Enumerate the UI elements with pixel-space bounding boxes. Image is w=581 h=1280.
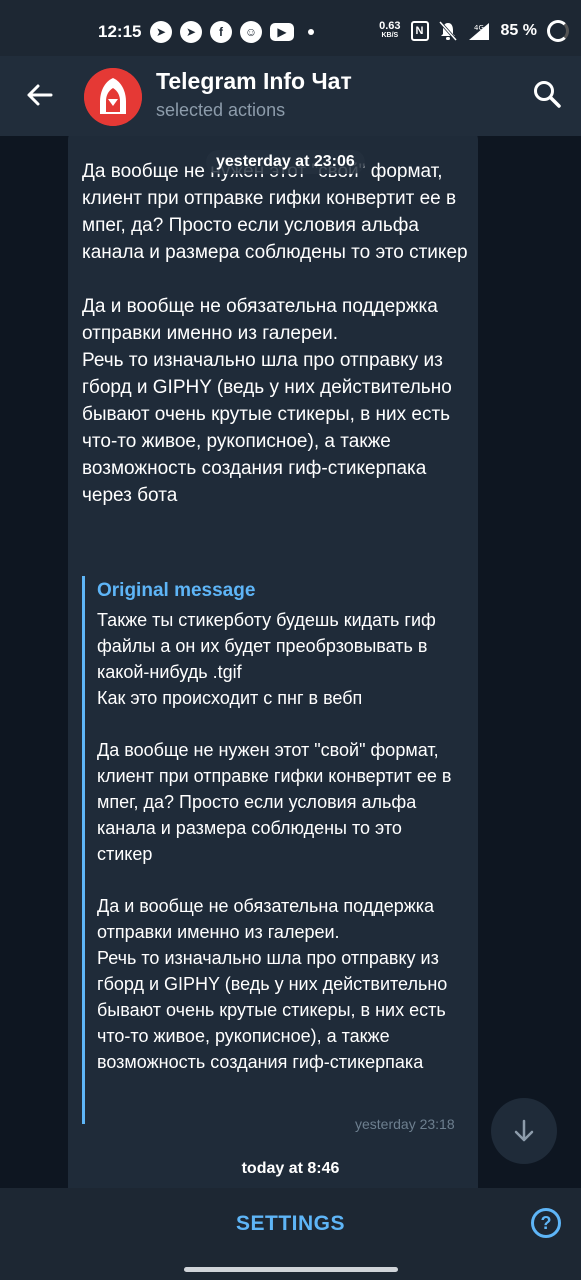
status-right: 0.63 KB/S N 4G 85 % — [379, 20, 569, 42]
facebook-icon: f — [210, 21, 232, 43]
assassin-logo-icon — [84, 68, 142, 126]
network-type: 4G — [474, 24, 484, 32]
nfc-icon: N — [410, 21, 429, 41]
avatar[interactable] — [84, 68, 142, 126]
scroll-down-button[interactable] — [491, 1098, 557, 1164]
arrow-down-icon — [514, 1119, 534, 1142]
status-bar: 12:15 ➤ ➤ f ☺ ▶ 0.63 KB/S N 4G 85 % — [0, 0, 581, 56]
notification-icons: ➤ ➤ f ☺ ▶ — [150, 21, 314, 43]
battery-percent: 85 % — [500, 22, 537, 39]
search-icon — [534, 81, 561, 108]
net-speed-value: 0.63 — [379, 20, 401, 32]
net-speed: 0.63 KB/S — [379, 21, 400, 41]
chat-subtitle: selected actions — [156, 100, 286, 120]
signal-icon: 4G — [467, 21, 491, 41]
youtube-icon: ▶ — [270, 23, 294, 41]
today-date-header: today at 8:46 — [241, 1160, 340, 1177]
status-time: 12:15 — [98, 22, 142, 41]
help-button[interactable]: ? — [531, 1208, 561, 1238]
settings-button[interactable]: SETTINGS — [0, 1212, 581, 1236]
chat-header: Telegram Info Чат selected actions — [0, 56, 581, 136]
battery-icon — [547, 20, 569, 42]
message-list[interactable]: Да вообще не нужен этот "свой" формат, к… — [0, 136, 581, 1188]
quoted-message[interactable]: Original message Также ты стикерботу буд… — [82, 576, 462, 1124]
more-notifications-icon — [308, 29, 314, 35]
back-button[interactable] — [22, 78, 56, 112]
help-icon: ? — [540, 1212, 552, 1233]
message-text: Да вообще не нужен этот "свой" формат, к… — [82, 161, 468, 506]
snapchat-icon: ☺ — [240, 21, 262, 43]
bell-muted-icon — [438, 21, 457, 41]
quote-text: Также ты стикерботу будешь кидать гиф фа… — [97, 610, 452, 1072]
bottom-bar: SETTINGS ? — [0, 1188, 581, 1280]
quote-title: Original message — [97, 580, 256, 601]
telegram-icon: ➤ — [150, 21, 172, 43]
message-time: yesterday 23:18 — [355, 1116, 455, 1132]
search-button[interactable] — [531, 78, 563, 110]
arrow-left-icon — [27, 84, 53, 106]
telegram-icon: ➤ — [180, 21, 202, 43]
chat-title[interactable]: Telegram Info Чат — [156, 68, 352, 95]
gesture-nav-handle[interactable] — [184, 1267, 398, 1272]
date-header: yesterday at 23:06 — [206, 150, 365, 174]
net-speed-unit: KB/S — [381, 32, 399, 39]
